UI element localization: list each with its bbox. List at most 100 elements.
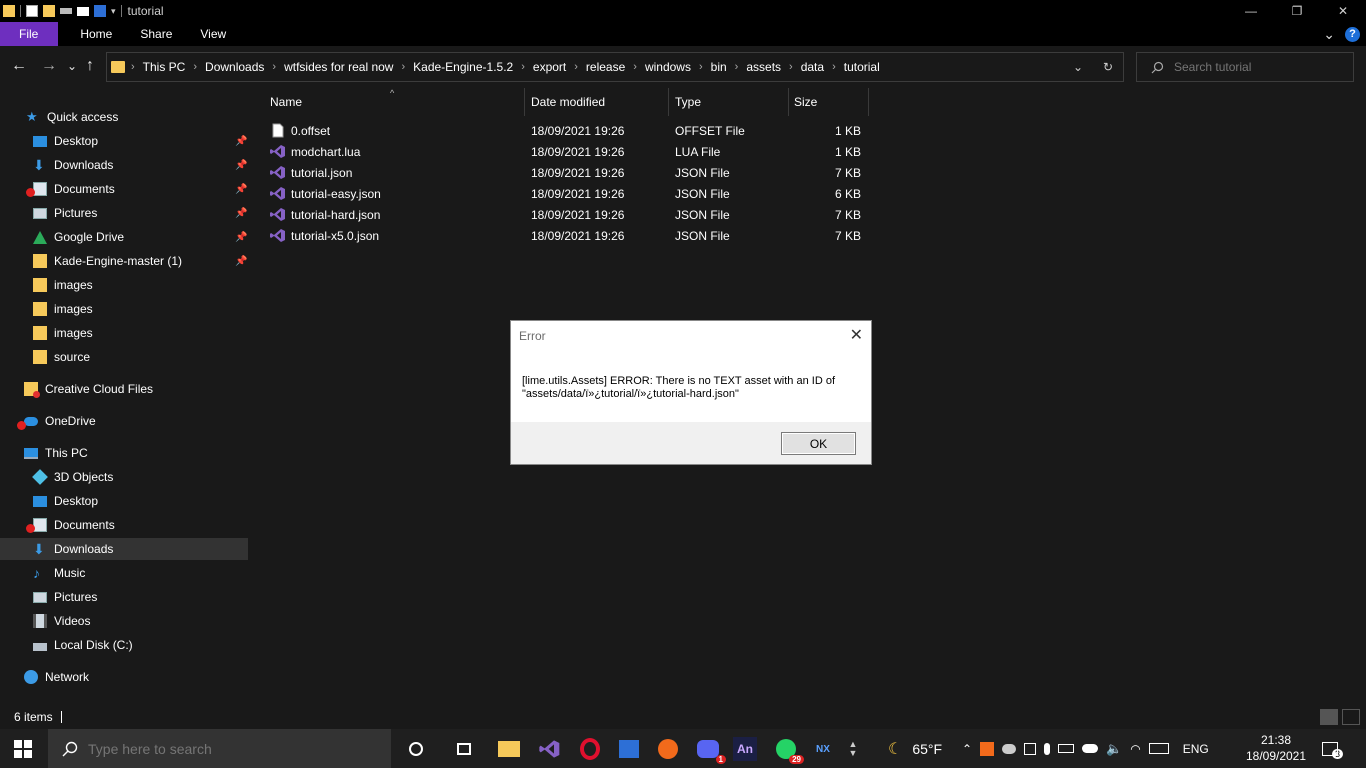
nav-local-disk[interactable]: Local Disk (C:) (33, 634, 133, 656)
nav-pictures[interactable]: Pictures (33, 202, 97, 224)
nav-downloads[interactable]: ⬇ Downloads (33, 154, 113, 176)
nav-quick-access[interactable]: ★ Quick access (26, 106, 118, 128)
search-input[interactable] (1174, 60, 1344, 74)
nav-creative-cloud[interactable]: Creative Cloud Files (24, 378, 153, 400)
large-icons-view-button[interactable] (1342, 709, 1360, 725)
powershell-icon[interactable] (617, 737, 641, 761)
column-divider[interactable] (868, 88, 869, 116)
opera-icon[interactable] (578, 737, 602, 761)
column-divider[interactable] (524, 88, 525, 116)
notification-center[interactable]: 3 (1322, 729, 1352, 768)
up-button[interactable]: ↑ (86, 57, 94, 75)
battery-icon[interactable] (1058, 744, 1075, 753)
volume-icon[interactable]: 🔈 (1106, 741, 1122, 757)
task-view-icon[interactable] (452, 737, 476, 761)
nav-images-3[interactable]: images (33, 322, 93, 344)
taskbar-scroll-icon[interactable]: ▲ ▼ (846, 737, 860, 761)
animate-icon[interactable]: An (733, 737, 757, 761)
tab-share[interactable]: Share (126, 22, 186, 46)
breadcrumb-data[interactable]: data (801, 60, 824, 74)
details-view-button[interactable] (1320, 709, 1338, 725)
nav-3d-objects[interactable]: 3D Objects (32, 466, 113, 488)
expand-ribbon-icon[interactable]: ⌄ (1323, 26, 1335, 43)
file-row[interactable]: tutorial-easy.json 18/09/2021 19:26 JSON… (250, 183, 870, 204)
breadcrumb-separator[interactable]: › (521, 61, 525, 73)
show-hidden-icons-icon[interactable]: ⌃ (962, 742, 972, 756)
breadcrumb-wtfsides[interactable]: wtfsides for real now (284, 60, 393, 74)
taskbar-clock[interactable]: 21:38 18/09/2021 (1244, 732, 1308, 764)
cortana-icon[interactable] (404, 737, 428, 761)
maximize-button[interactable]: ❐ (1274, 0, 1320, 22)
breadcrumb-windows[interactable]: windows (645, 60, 691, 74)
breadcrumb-separator[interactable]: › (193, 61, 197, 73)
nav-network[interactable]: Network (24, 666, 89, 688)
dialog-close-button[interactable]: ✕ (850, 325, 863, 345)
tab-home[interactable]: Home (58, 22, 126, 46)
breadcrumb-release[interactable]: release (586, 60, 625, 74)
breadcrumb-assets[interactable]: assets (746, 60, 781, 74)
windows-start-icon[interactable] (14, 740, 32, 758)
column-type[interactable]: Type (675, 88, 701, 116)
file-row[interactable]: tutorial-hard.json 18/09/2021 19:26 JSON… (250, 204, 870, 225)
nav-pc-downloads[interactable]: ⬇ Downloads (0, 538, 248, 560)
column-divider[interactable] (788, 88, 789, 116)
close-button[interactable]: ✕ (1320, 0, 1366, 22)
nav-images-2[interactable]: images (33, 298, 93, 320)
breadcrumb-export[interactable]: export (533, 60, 566, 74)
customize-toolbar-icon[interactable]: ▾ (111, 6, 116, 17)
breadcrumb-separator[interactable]: › (832, 61, 836, 73)
nav-videos[interactable]: Videos (33, 610, 90, 632)
onedrive-icon[interactable] (1082, 744, 1099, 753)
file-row[interactable]: tutorial.json 18/09/2021 19:26 JSON File… (250, 162, 870, 183)
breadcrumb-separator[interactable]: › (272, 61, 276, 73)
tab-view[interactable]: View (186, 22, 240, 46)
moon-weather-icon[interactable]: ☾ (888, 739, 902, 759)
nav-pc-pictures[interactable]: Pictures (33, 586, 97, 608)
breadcrumb-bin[interactable]: bin (711, 60, 727, 74)
address-bar[interactable]: › This PC › Downloads › wtfsides for rea… (106, 52, 1124, 82)
file-row[interactable]: tutorial-x5.0.json 18/09/2021 19:26 JSON… (250, 225, 870, 246)
refresh-button[interactable]: ↻ (1093, 60, 1123, 74)
brave-icon[interactable] (656, 737, 680, 761)
powershell-icon[interactable] (94, 5, 106, 17)
tab-file[interactable]: File (0, 22, 59, 46)
breadcrumb-tutorial[interactable]: tutorial (844, 60, 880, 74)
address-history-dropdown[interactable]: ⌄ (1063, 60, 1093, 74)
nav-images-1[interactable]: images (33, 274, 93, 296)
forward-button[interactable]: → (41, 57, 57, 75)
file-explorer-icon[interactable] (497, 737, 521, 761)
visual-studio-icon[interactable] (538, 737, 562, 761)
breadcrumb-separator[interactable]: › (699, 61, 703, 73)
column-date-modified[interactable]: Date modified (531, 88, 605, 116)
properties-icon[interactable] (26, 5, 38, 17)
discord-icon[interactable]: 1 (696, 737, 726, 764)
breadcrumb-separator[interactable]: › (401, 61, 405, 73)
breadcrumb-separator[interactable]: › (633, 61, 637, 73)
nav-kade-engine-master[interactable]: Kade-Engine-master (1) (33, 250, 182, 272)
ok-button[interactable]: OK (781, 432, 856, 455)
help-icon[interactable]: ? (1345, 26, 1360, 42)
nav-desktop[interactable]: Desktop (33, 130, 98, 152)
nav-pc-documents[interactable]: Documents (26, 514, 115, 536)
nx-icon[interactable]: NX (811, 737, 835, 761)
file-row[interactable]: 0.offset 18/09/2021 19:26 OFFSET File 1 … (250, 120, 870, 141)
new-folder-icon[interactable] (43, 5, 55, 17)
input-language[interactable]: ENG (1183, 742, 1209, 756)
breadcrumb-kade-engine[interactable]: Kade-Engine-1.5.2 (413, 60, 513, 74)
breadcrumb-this-pc[interactable]: This PC (143, 60, 186, 74)
nav-onedrive[interactable]: OneDrive (17, 410, 96, 432)
nav-google-drive[interactable]: Google Drive (33, 226, 124, 248)
minimize-button[interactable]: — (1228, 0, 1274, 22)
file-row[interactable]: modchart.lua 18/09/2021 19:26 LUA File 1… (250, 141, 870, 162)
cloud-sync-icon[interactable] (1002, 743, 1017, 754)
taskbar-search[interactable] (48, 729, 391, 768)
keyboard-icon[interactable] (1148, 743, 1169, 754)
app-tray-icon[interactable] (980, 741, 995, 756)
breadcrumb-separator[interactable]: › (735, 61, 739, 73)
back-button[interactable]: ← (11, 57, 27, 75)
weather-temperature[interactable]: 65°F (912, 741, 942, 757)
recent-locations-button[interactable]: ⌄ (67, 57, 77, 75)
column-divider[interactable] (668, 88, 669, 116)
nav-source[interactable]: source (33, 346, 90, 368)
nav-music[interactable]: ♪ Music (33, 562, 85, 584)
